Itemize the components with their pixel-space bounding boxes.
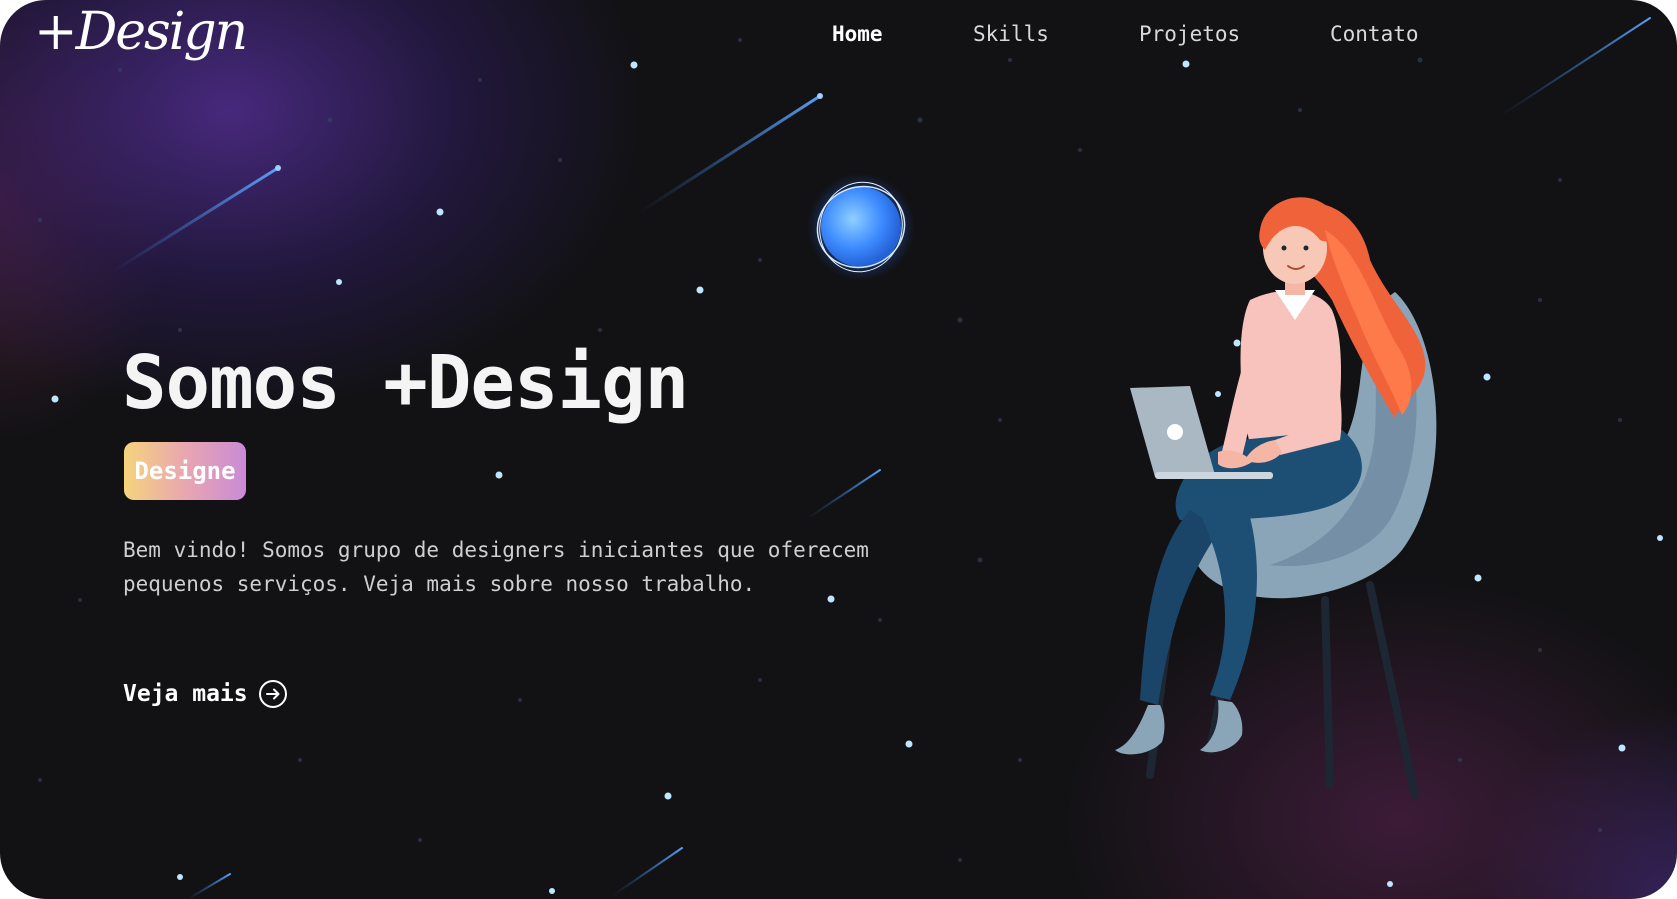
hero-section: +Design Home Skills Projetos Contato Som… bbox=[0, 0, 1677, 899]
nav-item-home[interactable]: Home bbox=[832, 22, 883, 46]
arrow-right-circle-icon bbox=[258, 680, 287, 708]
designe-badge: Designe bbox=[124, 442, 246, 500]
cta-label: Veja mais bbox=[123, 681, 248, 707]
hero-title: Somos +Design bbox=[122, 340, 689, 426]
chair-legs bbox=[1146, 576, 1419, 799]
nav-item-skills[interactable]: Skills bbox=[973, 22, 1049, 46]
jeans-leg-back bbox=[1140, 510, 1220, 705]
glowing-planet-icon bbox=[807, 173, 915, 281]
main-nav: Home Skills Projetos Contato bbox=[0, 22, 1677, 62]
nav-item-projetos[interactable]: Projetos bbox=[1139, 22, 1240, 46]
woman-with-laptop-illustration bbox=[1115, 197, 1437, 799]
nav-item-contato[interactable]: Contato bbox=[1330, 22, 1419, 46]
hero-description: Bem vindo! Somos grupo de designers inic… bbox=[123, 538, 869, 596]
veja-mais-button[interactable]: Veja mais bbox=[123, 674, 288, 714]
